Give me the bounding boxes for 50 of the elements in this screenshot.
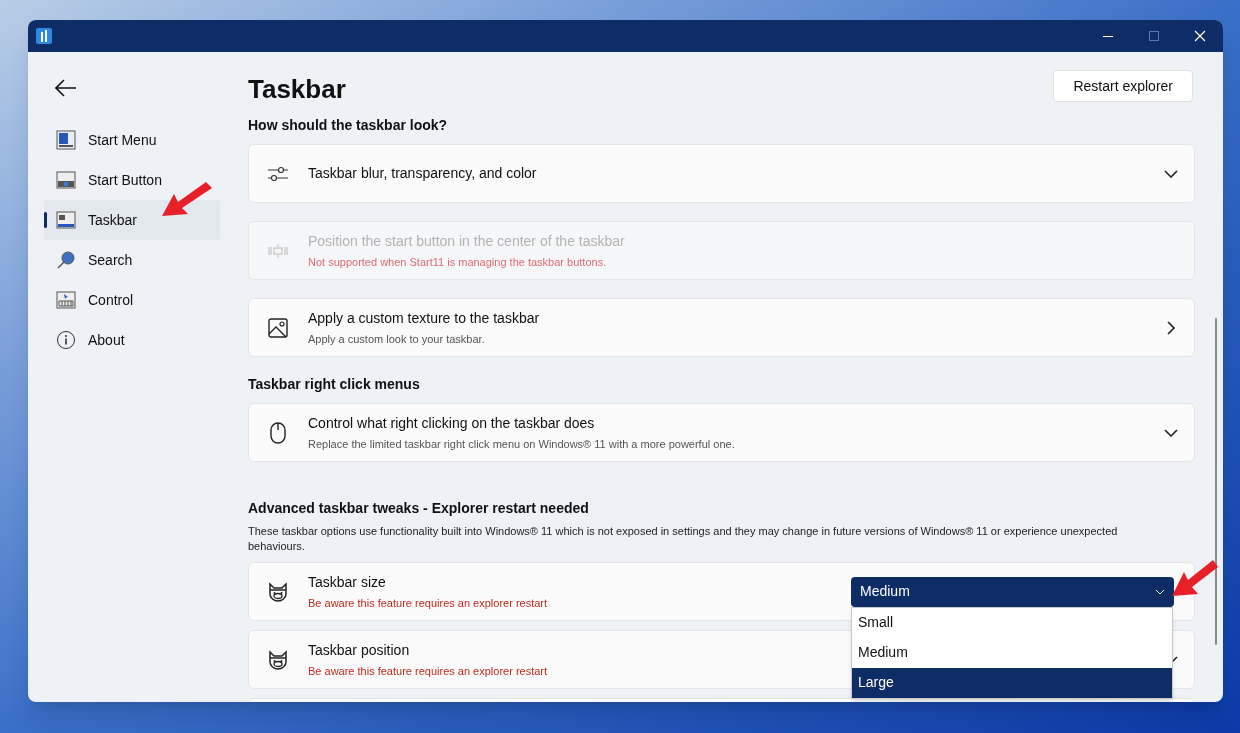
- section-heading: How should the taskbar look?: [248, 116, 449, 135]
- section-description: These taskbar options use functionality built into Windows® 11 which is not exposed in settings and they may change in future versions of Windows® 11 or experience unexpected behaviours.: [248, 524, 1119, 554]
- chevron-right-icon[interactable]: [1164, 320, 1178, 335]
- sidebar-item[interactable]: Control: [44, 280, 220, 320]
- sidebar-item[interactable]: Taskbar: [44, 200, 220, 240]
- scrollbar[interactable]: [1215, 318, 1217, 645]
- sidebar-item[interactable]: Search: [44, 240, 220, 280]
- card-title: Position the start button in the center of the taskbar: [308, 231, 625, 251]
- restart-explorer-button[interactable]: Restart explorer: [1053, 70, 1193, 102]
- mouse-icon: [267, 421, 289, 444]
- dropdown-option[interactable]: Medium: [852, 637, 1172, 668]
- cat-face-icon: [267, 581, 289, 602]
- sidebar-item[interactable]: About: [44, 320, 220, 360]
- sliders-icon: [267, 164, 289, 183]
- dropdown-option[interactable]: Small: [852, 607, 1172, 638]
- start-menu-icon: [56, 130, 76, 150]
- center-align-icon: [267, 242, 289, 259]
- window-icon: [56, 170, 76, 190]
- annotation-arrow: [162, 182, 214, 218]
- card-title: Taskbar size: [308, 572, 387, 592]
- chevron-down-icon[interactable]: [1164, 428, 1178, 437]
- taskbar-icon: [56, 210, 76, 230]
- section-heading: Taskbar right click menus: [248, 375, 421, 394]
- card-title: Taskbar blur, transparency, and color: [308, 164, 537, 183]
- card-subtitle: Be aware this feature requires an explorer restart: [308, 595, 548, 611]
- dropdown-option[interactable]: Large: [852, 667, 1172, 698]
- card-title: Apply a custom texture to the taskbar: [308, 308, 540, 328]
- chevron-down-icon[interactable]: [1164, 169, 1178, 178]
- search-icon: [56, 250, 76, 270]
- page-title: Taskbar: [248, 73, 346, 106]
- card-title: Control what right clicking on the taskbar does: [308, 413, 596, 433]
- card-subtitle: Apply a custom look to your taskbar.: [308, 331, 486, 347]
- chevron-down-icon: [1155, 588, 1165, 595]
- info-icon: [56, 330, 76, 350]
- cat-face-icon: [267, 649, 289, 670]
- app-logo-icon: [36, 28, 52, 44]
- image-icon: [267, 317, 289, 338]
- card-title: Taskbar position: [308, 640, 411, 660]
- dropdown[interactable]: Medium: [851, 576, 1174, 607]
- close-icon: [1194, 30, 1206, 42]
- minimize-icon: [1103, 35, 1113, 37]
- sidebar-item[interactable]: Start Menu: [44, 120, 220, 160]
- card-subtitle: Be aware this feature requires an explorer restart: [308, 663, 548, 679]
- card-subtitle: Not supported when Start11 is managing the taskbar buttons.: [308, 254, 608, 270]
- annotation-arrow: [1172, 560, 1218, 596]
- section-heading: Advanced taskbar tweaks - Explorer restart needed: [248, 499, 590, 518]
- keyboard-icon: [56, 290, 76, 310]
- selection-indicator: [44, 212, 47, 228]
- maximize-icon: [1149, 31, 1159, 41]
- card-subtitle: Replace the limited taskbar right click menu on Windows® 11 with a more powerful one.: [308, 436, 735, 452]
